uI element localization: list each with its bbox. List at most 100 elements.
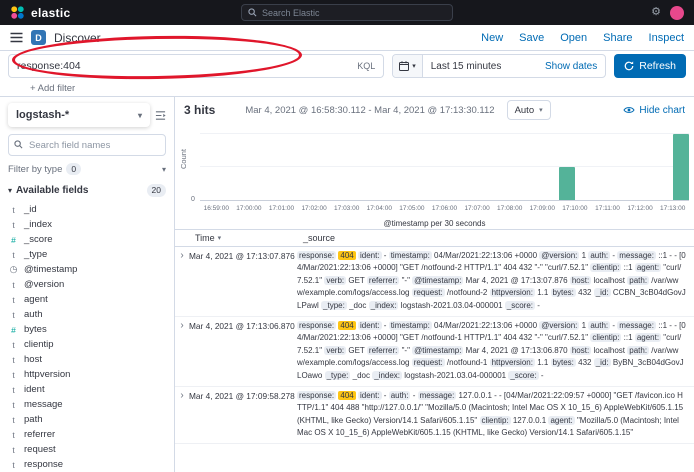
string-field-icon: t [8,294,19,305]
source-field-value: Mar 4, 2021 @ 17:13:07.876 [466,276,568,285]
query-language-button[interactable]: KQL [349,61,375,71]
show-dates-button[interactable]: Show dates [545,61,605,72]
global-header: elastic ⚙ [0,0,694,25]
x-axis-tick-label: 17:00:00 [236,205,261,212]
field-item-message[interactable]: tmessage [8,397,166,412]
global-search[interactable] [241,4,453,21]
source-field-name: verb: [324,346,346,355]
filter-by-type-label: Filter by type [8,164,62,175]
source-field-name: _index: [372,371,402,380]
field-item-_index[interactable]: t_index [8,217,166,232]
doc-timestamp: Mar 4, 2021 @ 17:09:58.278 [189,390,297,440]
query-bar: KQL ▾ Last 15 minutes Show dates Refresh [0,51,694,81]
field-item-response[interactable]: tresponse [8,457,166,472]
menu-icon[interactable] [10,32,23,43]
time-range-label[interactable]: Last 15 minutes [423,61,510,72]
refresh-button[interactable]: Refresh [614,54,686,78]
sort-desc-icon[interactable]: ▾ [218,234,222,242]
time-column-header[interactable]: Time ▾ [195,233,303,243]
table-row[interactable]: ›Mar 4, 2021 @ 17:13:06.870response: 404… [175,317,694,387]
y-axis-tick-label: 0 [191,196,195,203]
field-item-auth[interactable]: tauth [8,307,166,322]
chevron-down-icon: ▾ [412,62,416,70]
collapse-sidebar-icon[interactable] [155,110,166,121]
nav-action-save[interactable]: Save [519,32,544,44]
field-item-_score[interactable]: #_score [8,232,166,247]
source-field-name: httpversion: [490,288,535,297]
source-column-header: _source [303,233,694,243]
source-field-value: - [384,251,387,260]
field-search-input[interactable] [8,134,166,156]
field-name: host [24,354,42,365]
expand-icon[interactable]: › [175,250,189,312]
avatar[interactable] [670,6,684,20]
field-item-@version[interactable]: t@version [8,277,166,292]
discover-app-icon[interactable]: D [31,30,46,45]
source-field-value: ::1 [624,263,633,272]
x-axis-tick-label: 17:09:00 [530,205,555,212]
interval-select[interactable]: Auto ▾ [507,100,551,120]
quick-select-button[interactable]: ▾ [393,55,423,77]
query-input[interactable] [17,60,349,72]
index-pattern-select[interactable]: logstash-* ▾ [8,103,150,127]
x-axis-tick-label: 17:13:00 [660,205,685,212]
nav-action-share[interactable]: Share [603,32,632,44]
source-field-value: "-" [402,346,410,355]
field-item-@timestamp[interactable]: ◷@timestamp [8,262,166,277]
source-field-name: response: [297,321,336,330]
search-icon [248,8,257,17]
field-item-httpversion[interactable]: thttpversion [8,367,166,382]
source-field-value: _doc [353,371,370,380]
field-item-path[interactable]: tpath [8,412,166,427]
source-field-value: Mar 4, 2021 @ 17:13:06.870 [466,346,568,355]
field-item-_type[interactable]: t_type [8,247,166,262]
source-field-value: - [612,251,615,260]
source-field-name: @timestamp: [412,276,463,285]
field-item-clientip[interactable]: tclientip [8,337,166,352]
doc-source: response: 404 ident: - auth: - message: … [297,390,694,440]
number-field-icon: # [8,234,19,245]
results-header: 3 hits Mar 4, 2021 @ 16:58:30.112 - Mar … [175,97,694,123]
expand-icon[interactable]: › [175,390,189,440]
source-field-value: GET [348,346,364,355]
elastic-logo-icon[interactable] [10,5,25,20]
field-count-badge: 20 [147,184,166,197]
source-field-name: referrer: [367,276,399,285]
field-item-ident[interactable]: tident [8,382,166,397]
gear-icon[interactable]: ⚙ [651,7,661,18]
nav-action-new[interactable]: New [481,32,503,44]
hide-chart-button[interactable]: Hide chart [623,105,685,116]
available-fields-section[interactable]: ▾ Available fields 20 [8,184,166,197]
field-item-request[interactable]: trequest [8,442,166,457]
global-search-input[interactable] [262,8,446,18]
add-filter-button[interactable]: + Add filter [30,83,75,94]
histogram-bar[interactable] [559,167,575,200]
source-field-value: 1 [582,251,586,260]
source-field-name: message: [418,391,457,400]
field-item-host[interactable]: thost [8,352,166,367]
histogram-chart: Count 0 16:59:0017:00:0017:01:0017:02:00… [175,123,694,229]
table-row[interactable]: ›Mar 4, 2021 @ 17:09:58.278response: 404… [175,387,694,445]
nav-action-open[interactable]: Open [560,32,587,44]
index-pattern-label: logstash-* [16,109,69,121]
query-input-box[interactable]: KQL [8,54,384,78]
field-item-agent[interactable]: tagent [8,292,166,307]
nav-action-inspect[interactable]: Inspect [649,32,684,44]
histogram-bar[interactable] [673,134,689,200]
table-row[interactable]: › Mar 4, 2021 @ 17:13:07.876response: 404… [175,247,694,317]
string-field-icon: t [8,414,19,425]
field-item-_id[interactable]: t_id [8,202,166,217]
filter-by-type[interactable]: Filter by type 0 ▾ [8,163,166,175]
source-field-value: - [537,301,540,310]
source-field-name: clientip: [590,333,621,342]
source-field-name: message: [617,251,656,260]
source-field-value: - [384,321,387,330]
doc-source: response: 404 ident: - timestamp: 04/Mar… [297,250,694,312]
source-field-name: response: [297,251,336,260]
source-field-name: request: [412,358,445,367]
source-field-name: agent: [635,333,661,342]
expand-icon[interactable]: › [175,320,189,382]
field-item-referrer[interactable]: treferrer [8,427,166,442]
field-item-bytes[interactable]: #bytes [8,322,166,337]
source-field-name: host: [570,346,591,355]
